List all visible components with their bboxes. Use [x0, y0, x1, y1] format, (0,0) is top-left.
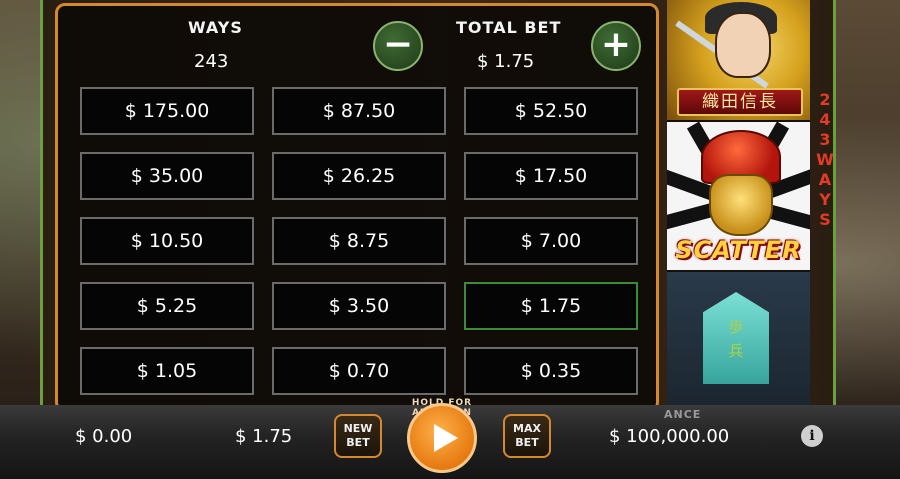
- info-button[interactable]: i: [801, 425, 823, 447]
- oni-mask-graphic: [709, 174, 773, 236]
- pawn-char-1: 歩: [728, 318, 744, 336]
- ways-banner-char: A: [818, 170, 832, 189]
- spin-button[interactable]: [407, 403, 477, 473]
- bet-option[interactable]: $ 8.75: [272, 217, 446, 265]
- ways-label: WAYS: [188, 18, 243, 37]
- bet-option[interactable]: $ 87.50: [272, 87, 446, 135]
- ways-banner-char: 3: [819, 130, 831, 149]
- scatter-symbol: SCATTER: [667, 122, 810, 270]
- scatter-label: SCATTER: [675, 236, 802, 264]
- warrior-name-plate: 織田信長: [677, 88, 803, 116]
- ways-banner-char: 2: [819, 90, 831, 109]
- ways-banner-char: 4: [819, 110, 831, 129]
- bet-selection-panel: WAYS 243 − TOTAL BET $ 1.75 + $ 175.00 $…: [55, 3, 659, 412]
- new-bet-label-line1: NEW: [343, 422, 373, 435]
- info-icon: i: [809, 428, 815, 444]
- balance-label: ANCE: [664, 408, 702, 421]
- pawn-symbol: 歩 兵: [667, 272, 810, 405]
- play-icon: [434, 424, 458, 452]
- bet-option[interactable]: $ 0.70: [272, 347, 446, 395]
- decrease-bet-button[interactable]: −: [373, 21, 423, 71]
- bet-option[interactable]: $ 3.50: [272, 282, 446, 330]
- ways-banner: 2 4 3 W A Y S: [814, 90, 836, 270]
- max-bet-label-line2: BET: [515, 436, 539, 449]
- bet-option[interactable]: $ 5.25: [80, 282, 254, 330]
- bet-option[interactable]: $ 175.00: [80, 87, 254, 135]
- warrior-face-graphic: [715, 12, 771, 78]
- new-bet-label-line2: BET: [346, 436, 370, 449]
- ways-banner-char: S: [819, 210, 831, 229]
- minus-icon: −: [382, 24, 414, 65]
- total-bet-label: TOTAL BET: [456, 18, 562, 37]
- max-bet-label-line1: MAX: [513, 422, 541, 435]
- max-bet-button[interactable]: MAX BET: [503, 414, 551, 458]
- plus-icon: +: [600, 24, 632, 65]
- ways-banner-char: Y: [819, 190, 831, 209]
- win-value: $ 0.00: [75, 426, 133, 447]
- bet-option[interactable]: $ 17.50: [464, 152, 638, 200]
- warrior-symbol: 織田信長: [667, 0, 810, 120]
- shogi-pawn-tile: [703, 292, 769, 384]
- ways-banner-char: W: [816, 150, 834, 169]
- balance-value: $ 100,000.00: [609, 426, 730, 447]
- bet-option[interactable]: $ 1.05: [80, 347, 254, 395]
- bet-value: $ 1.75: [235, 426, 293, 447]
- bet-option[interactable]: $ 7.00: [464, 217, 638, 265]
- bet-option[interactable]: $ 52.50: [464, 87, 638, 135]
- new-bet-button[interactable]: NEW BET: [334, 414, 382, 458]
- bet-option[interactable]: $ 10.50: [80, 217, 254, 265]
- ways-value: 243: [194, 51, 229, 72]
- bet-option[interactable]: $ 0.35: [464, 347, 638, 395]
- pawn-char-2: 兵: [728, 342, 744, 360]
- increase-bet-button[interactable]: +: [591, 21, 641, 71]
- reel-column-5: 織田信長 SCATTER 歩 兵: [667, 0, 810, 405]
- bet-option-selected[interactable]: $ 1.75: [464, 282, 638, 330]
- bet-option[interactable]: $ 35.00: [80, 152, 254, 200]
- bet-option[interactable]: $ 26.25: [272, 152, 446, 200]
- total-bet-value: $ 1.75: [477, 51, 535, 72]
